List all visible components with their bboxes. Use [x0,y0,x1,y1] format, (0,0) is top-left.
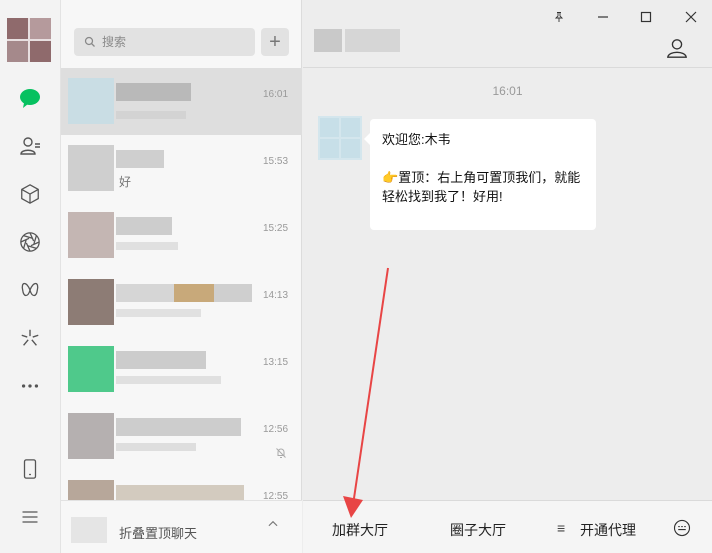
pointing-hand-icon: 👉 [382,170,399,185]
chat-item[interactable]: 12:56 [61,403,302,470]
chat-preview-blurred [116,242,178,250]
chat-avatar [68,212,114,258]
chat-avatar [68,279,114,325]
chat-item[interactable]: 12:55 [61,470,302,500]
chat-item[interactable]: 13:15 [61,336,302,403]
keyboard-icon[interactable] [673,519,691,540]
chat-name-blurred [116,418,241,436]
chat-preview: 好 [119,175,132,189]
chevron-up-icon[interactable] [266,517,280,534]
user-avatar[interactable] [7,18,51,62]
chat-avatar [68,480,114,500]
phone-icon[interactable] [16,455,44,483]
plus-icon: + [269,30,281,53]
message-line-pin-tip: 👉置顶：右上角可置顶我们，就能轻松找到我了！好用! [382,170,581,204]
chat-avatar [68,145,114,191]
chat-item[interactable]: 16:01 [61,68,302,135]
chat-item[interactable]: 15:25 [61,202,302,269]
collapse-pinned-bar[interactable]: 折叠置顶聊天 [61,500,302,553]
message-timestamp: 16:01 [492,84,523,98]
sender-avatar[interactable] [318,116,362,160]
sparkle-icon[interactable] [16,324,44,352]
message-line-welcome: 欢迎您:木韦 [382,132,451,147]
minimize-icon[interactable] [591,6,615,28]
contacts-icon[interactable] [16,132,44,160]
menu-lines-icon: ≡ [557,520,566,536]
nav-rail [0,0,61,553]
chat-preview-blurred [116,376,221,384]
conversation-pane: 16:01 欢迎您:木韦 👉置顶：右上角可置顶我们，就能轻松找到我了！好用! 加… [303,0,712,553]
pin-icon[interactable] [547,6,571,28]
join-group-hall-button[interactable]: 加群大厅 [332,520,388,540]
chat-icon[interactable] [16,84,44,112]
chat-item[interactable]: 好 15:53 [61,135,302,202]
chat-list-panel: + 16:01 好 15:53 15:25 14:13 13:15 12:56 [61,0,302,553]
close-icon[interactable] [679,6,703,28]
chat-name-blurred [116,83,191,101]
chat-time: 16:01 [263,89,289,100]
chat-time: 12:56 [263,424,289,435]
chat-avatar [68,413,114,459]
chat-name-blurred [116,351,206,369]
chat-avatar [68,78,114,124]
mute-bell-icon [275,447,287,462]
bottom-menu-bar: 加群大厅 圈子大厅 ≡ 开通代理 [303,500,712,553]
chat-time: 15:25 [263,223,289,234]
butterfly-icon[interactable] [16,276,44,304]
contact-name-blurred [314,29,400,52]
message-bubble: 欢迎您:木韦 👉置顶：右上角可置顶我们，就能轻松找到我了！好用! [364,119,596,230]
contact-profile-icon[interactable] [666,37,688,62]
chat-time: 12:55 [263,491,289,500]
conversation-header [303,0,712,68]
collapse-pinned-label: 折叠置顶聊天 [119,526,198,541]
chat-avatar [68,346,114,392]
chat-item[interactable]: 14:13 [61,269,302,336]
chat-preview-blurred [116,309,201,317]
chat-name-blurred [116,217,172,235]
chat-time: 15:53 [263,156,289,167]
aperture-icon[interactable] [16,228,44,256]
maximize-icon[interactable] [634,6,658,28]
add-button[interactable]: + [261,28,289,56]
cube-icon[interactable] [16,180,44,208]
search-icon [84,36,95,47]
chat-name-blurred [116,485,244,500]
more-icon[interactable] [16,372,44,400]
menu-icon[interactable] [16,503,44,531]
chat-time: 13:15 [263,357,289,368]
chat-time: 14:13 [263,290,289,301]
chat-preview-blurred [116,443,196,451]
open-agent-button[interactable]: 开通代理 [580,520,636,540]
collapsed-avatar [71,517,107,543]
chat-preview-blurred [116,111,186,119]
circle-hall-button[interactable]: 圈子大厅 [450,520,506,540]
chat-name-blurred [116,150,164,168]
search-box[interactable] [74,28,255,56]
chat-name-blurred [116,284,252,302]
search-input[interactable] [102,35,242,49]
